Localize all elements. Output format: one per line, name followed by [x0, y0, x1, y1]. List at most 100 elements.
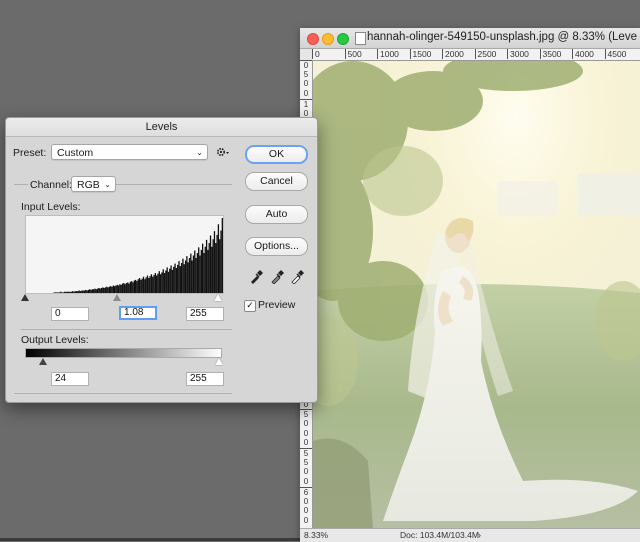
histogram-bar	[166, 267, 168, 294]
histogram-bar	[183, 264, 185, 293]
input-black-field[interactable]: 0	[51, 307, 89, 321]
histogram-bar	[179, 266, 181, 294]
histogram-bar	[182, 258, 184, 294]
cancel-button[interactable]: Cancel	[245, 172, 308, 191]
ruler-tick-label: 5	[300, 448, 312, 458]
input-white-field[interactable]: 255	[186, 307, 224, 321]
minimize-window-button[interactable]	[322, 33, 334, 45]
black-eyedropper-icon[interactable]	[249, 270, 263, 284]
document-size: Doc: 103.4M/103.4M	[400, 530, 479, 540]
document-titlebar[interactable]: hannah-olinger-549150-unsplash.jpg @ 8.3…	[300, 28, 640, 49]
histogram-bar	[142, 276, 145, 293]
ruler-tick-label: 0	[312, 49, 320, 59]
status-bar: 8.33% Doc: 103.4M/103.4M ›	[300, 528, 640, 542]
ruler-tick-label: 3500	[539, 49, 561, 59]
output-white-field[interactable]: 255	[186, 372, 224, 386]
input-slider[interactable]	[21, 292, 222, 302]
histogram-bar	[153, 274, 155, 294]
histogram-bar	[187, 262, 189, 294]
histogram-bar	[200, 249, 202, 294]
input-gamma-field[interactable]: 1.08	[119, 306, 157, 320]
preset-select[interactable]: Custom ⌄	[51, 144, 208, 160]
channel-group-bottom	[14, 393, 232, 394]
histogram-bar	[157, 273, 159, 294]
histogram-bar	[198, 247, 200, 293]
horizontal-ruler[interactable]: 0 500 1000 1500 2000 2500 3000 3500 4000 4500	[312, 49, 640, 61]
gray-eyedropper-icon[interactable]	[270, 270, 284, 285]
chevron-down-icon: ⌄	[196, 148, 203, 157]
output-black-point-handle[interactable]	[39, 358, 47, 365]
input-gamma-handle[interactable]	[113, 294, 121, 301]
ok-button[interactable]: OK	[245, 145, 308, 164]
histogram-bar	[167, 271, 170, 293]
histogram-bar	[212, 239, 214, 293]
histogram-bar	[144, 279, 146, 293]
histogram-bar	[194, 250, 196, 293]
histogram-bar	[170, 265, 172, 293]
status-menu-arrow[interactable]: ›	[478, 529, 481, 542]
histogram-bar	[199, 255, 201, 293]
output-white-point-handle[interactable]	[215, 358, 223, 365]
ruler-tick-label: 0	[303, 438, 309, 448]
white-eyedropper-icon[interactable]	[290, 270, 304, 285]
ruler-tick-label: 0	[303, 515, 309, 525]
output-levels-label: Output Levels:	[21, 334, 89, 346]
ruler-tick-label: 500	[344, 49, 362, 59]
histogram-bar	[161, 272, 163, 294]
histogram-bar	[217, 224, 220, 293]
histogram-bar	[211, 246, 213, 293]
histogram-bar	[180, 263, 183, 293]
preset-label: Preset:	[13, 147, 47, 159]
image-canvas[interactable]	[313, 61, 640, 528]
document-title: hannah-olinger-549150-unsplash.jpg @ 8.3…	[367, 31, 637, 43]
histogram-bar	[184, 260, 187, 293]
input-white-point-handle[interactable]	[214, 294, 222, 301]
preset-value: Custom	[57, 147, 94, 159]
histogram-bar	[156, 275, 158, 293]
input-levels-label: Input Levels:	[21, 201, 81, 213]
ruler-tick-label: 0	[300, 60, 312, 70]
file-icon	[355, 32, 366, 45]
ruler-tick-label: 0	[303, 428, 309, 438]
histogram-bar	[191, 260, 193, 293]
dialog-title[interactable]: Levels	[6, 118, 317, 137]
zoom-window-button[interactable]	[337, 33, 349, 45]
ruler-tick-label: 0	[303, 79, 309, 89]
histogram-bar	[195, 258, 197, 293]
preview-checkbox[interactable]: ✓	[244, 300, 256, 312]
input-black-point-handle[interactable]	[21, 294, 29, 301]
channel-select[interactable]: RGB ⌄	[71, 176, 116, 192]
histogram-bar	[152, 276, 154, 293]
ruler-tick-label: 0	[303, 477, 309, 487]
close-window-button[interactable]	[307, 33, 319, 45]
ruler-tick-label: 0	[303, 467, 309, 477]
histogram	[25, 215, 224, 294]
histogram-bar	[216, 234, 218, 294]
histogram-plot	[53, 218, 223, 294]
ruler-tick-label: 0	[303, 506, 309, 516]
histogram-bar	[196, 253, 199, 293]
ruler-tick-label: 1	[300, 98, 312, 109]
document-window: hannah-olinger-549150-unsplash.jpg @ 8.3…	[300, 28, 640, 542]
histogram-bar	[137, 279, 139, 293]
bride-photo	[313, 61, 640, 528]
gear-icon[interactable]	[216, 146, 230, 158]
histogram-bar	[208, 243, 210, 293]
histogram-bar	[209, 235, 212, 293]
histogram-bar	[219, 239, 221, 293]
zoom-level[interactable]: 8.33%	[304, 529, 328, 542]
options-button[interactable]: Options...	[245, 237, 308, 256]
ruler-tick-label: 1500	[409, 49, 431, 59]
output-black-field[interactable]: 24	[51, 372, 89, 386]
histogram-bar	[221, 218, 223, 293]
histogram-bar	[165, 270, 167, 293]
ruler-tick-label: 5	[303, 69, 309, 79]
ruler-tick-label: 6	[300, 486, 312, 497]
histogram-bar	[163, 273, 166, 293]
histogram-bar	[169, 268, 171, 294]
histogram-bar	[158, 271, 160, 294]
auto-button[interactable]: Auto	[245, 205, 308, 224]
histogram-bar	[201, 243, 204, 294]
input-output-divider	[21, 329, 232, 330]
histogram-bar	[188, 258, 191, 293]
